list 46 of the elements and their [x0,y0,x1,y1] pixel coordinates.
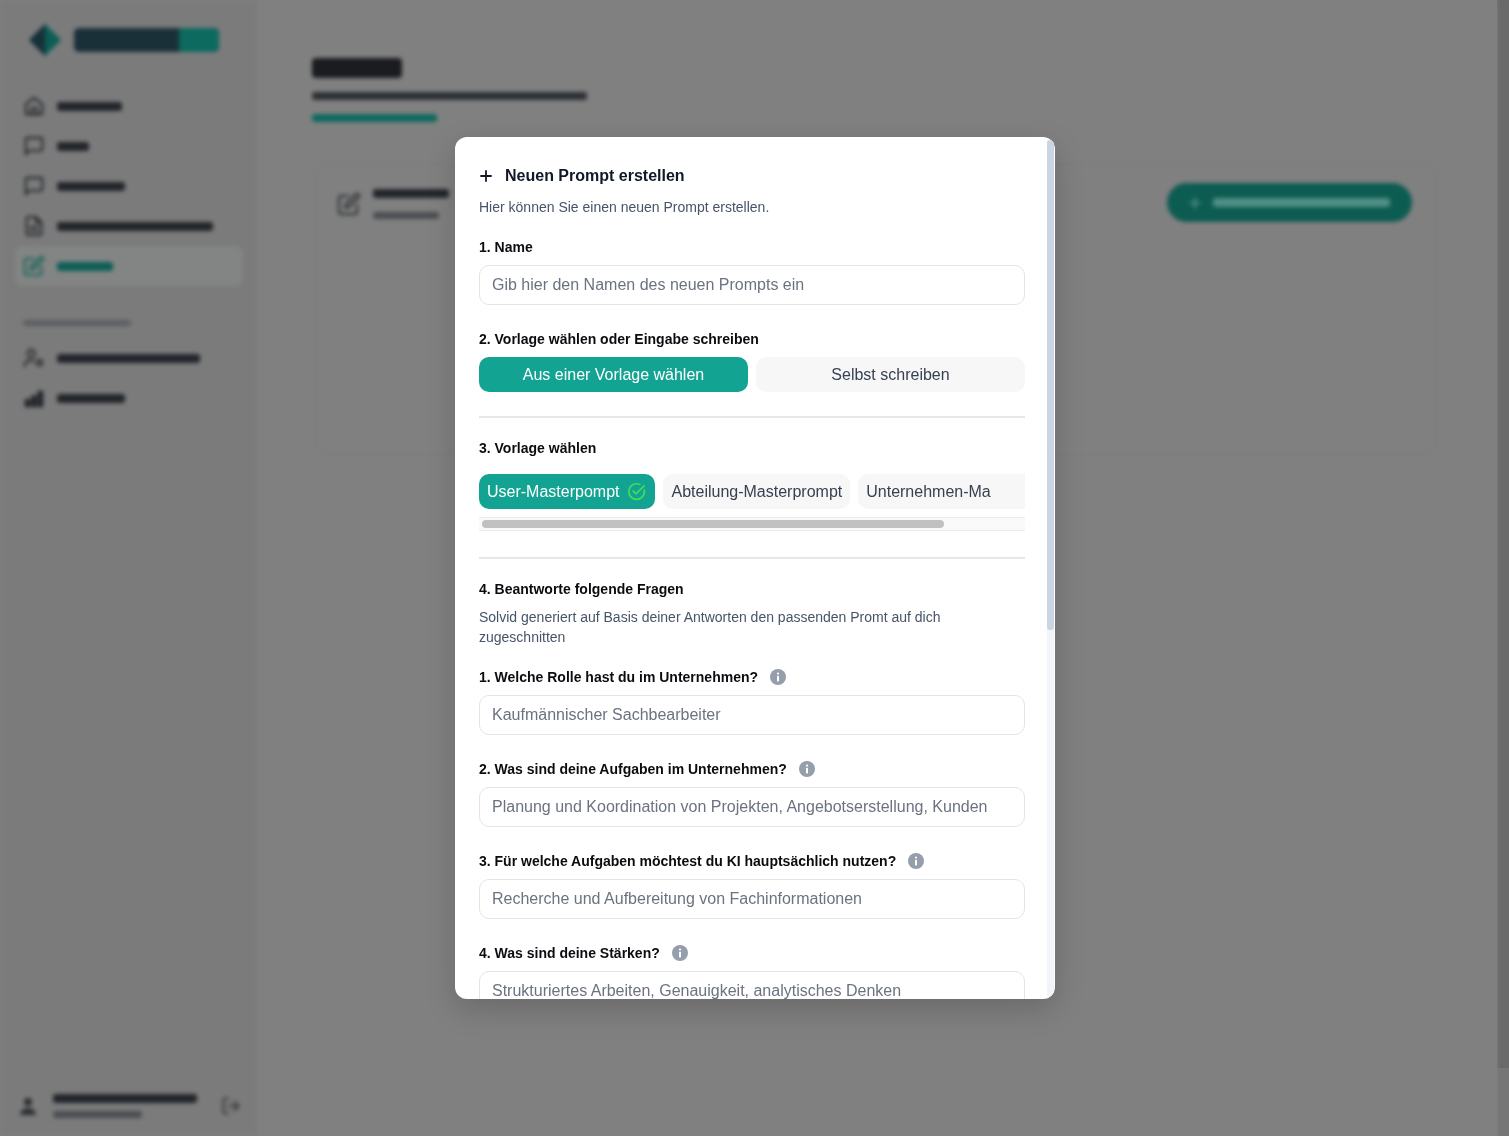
plus-icon [1189,196,1201,209]
diamond-logo-icon [28,23,62,57]
question-label: 3. Für welche Aufgaben möchtest du KI hauptsächlich nutzen? [479,852,897,871]
section-label: 1. Name [479,238,534,257]
user-settings-icon [23,347,45,369]
info-icon[interactable] [671,945,688,961]
info-icon[interactable] [770,669,786,685]
edit-square-icon [337,192,361,216]
dialog-title: Neuen Prompt erstellen [505,166,685,186]
question-label: 2. Was sind deine Aufgaben im Unternehmen? [479,760,787,779]
logout-icon[interactable] [221,1096,241,1116]
scrollbar-thumb[interactable] [1047,140,1054,630]
dialog-description: Hier können Sie einen neuen Prompt erstellen. [479,198,771,217]
scrollbar-thumb[interactable] [482,520,944,528]
sidebar-item[interactable] [15,246,243,286]
blurred-text-bar [57,261,113,271]
info-icon[interactable] [798,761,815,777]
plus-icon [480,170,492,182]
answer-input[interactable]: Kaufmännischer Sachbearbeiter [479,695,1025,735]
chat-bubble-icon [23,135,45,157]
answer-input[interactable]: Recherche und Aufbereitung von Fachinformationen [479,879,1025,919]
chat-bubble-icon [23,175,45,197]
document-icon [23,215,45,237]
question-label: 1. Welche Rolle hast du im Unternehmen? [479,668,758,687]
template-chip[interactable]: Unternehmen-Ma [858,474,1025,509]
blurred-text-bar [57,393,125,403]
question-label: 4. Was sind deine Stärken? [479,944,660,963]
blurred-text-bar [57,101,122,111]
section-label: 3. Vorlage wählen [479,439,598,458]
house-icon [23,95,45,117]
blurred-button[interactable] [1167,183,1412,222]
blurred-text-bar [57,181,125,191]
answer-input[interactable]: Planung und Koordination von Projekten, Angebotserstellung, Kunden [479,787,1025,827]
name-input[interactable]: Gib hier den Namen des neuen Prompts ein [479,265,1025,305]
answer-input[interactable]: Strukturiertes Arbeiten, Genauigkeit, analytisches Denken [479,971,1025,999]
template-chip[interactable]: Abteilung-Masterprompt [663,474,851,509]
blurred-text-bar [373,212,439,219]
check-circle-icon [627,482,647,501]
user-icon [18,1096,38,1116]
edit-square-icon [23,255,45,277]
section-description: Solvid generiert auf Basis deiner Antworten den passenden Promt auf dich zugeschnitten [479,608,942,647]
info-icon[interactable] [908,853,925,869]
section-label: 2. Vorlage wählen oder Eingabe schreiben [479,330,760,349]
mode-toggle-button[interactable]: Selbst schreiben [756,357,1025,392]
blurred-text-bar [57,141,89,151]
section-label: 4. Beantworte folgende Fragen [479,580,685,599]
